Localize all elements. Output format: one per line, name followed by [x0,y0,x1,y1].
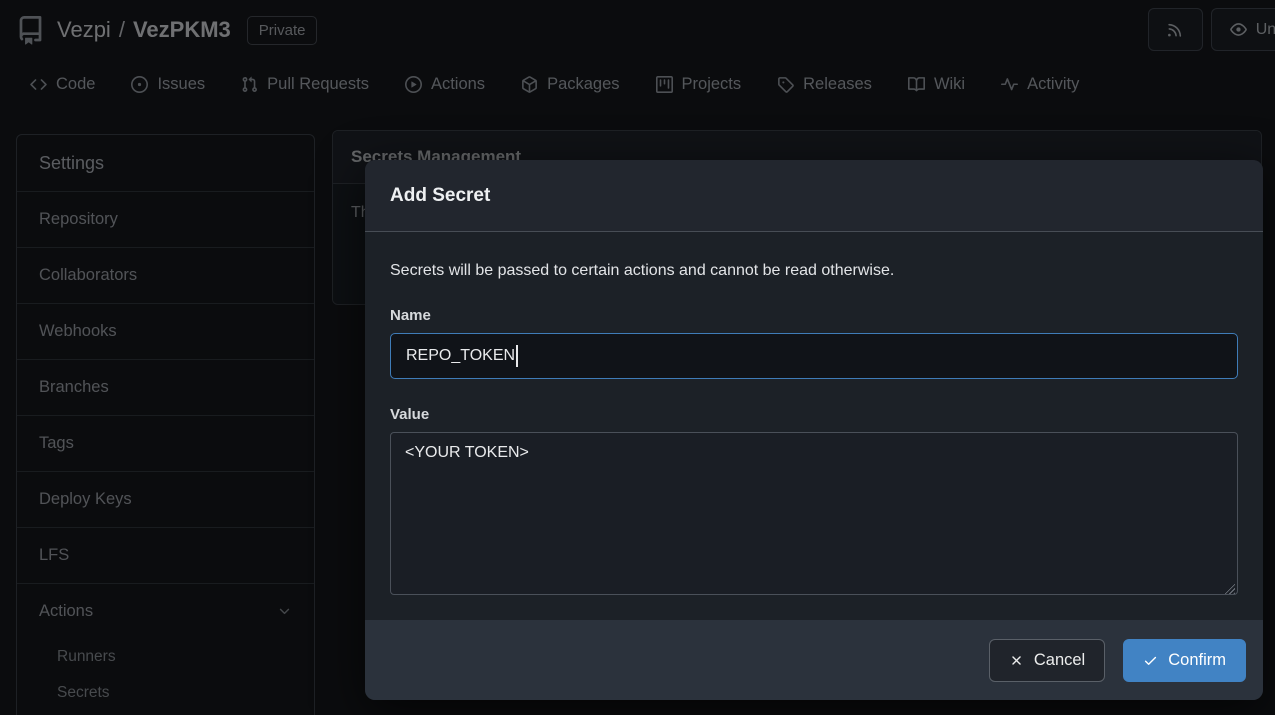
confirm-button-label: Confirm [1168,651,1226,670]
confirm-button[interactable]: Confirm [1123,639,1246,682]
modal-description: Secrets will be passed to certain action… [390,262,1238,280]
name-field-label: Name [390,307,1238,324]
add-secret-modal: Add Secret Secrets will be passed to cer… [365,160,1263,700]
text-caret [516,345,518,367]
cancel-button-label: Cancel [1034,651,1085,670]
secret-value-textarea[interactable]: <YOUR TOKEN> [390,432,1238,595]
modal-body: Secrets will be passed to certain action… [365,232,1263,620]
x-icon [1009,653,1024,668]
secret-name-input-value: REPO_TOKEN [406,347,515,365]
secret-value-wrap: <YOUR TOKEN> [390,432,1238,600]
check-icon [1143,653,1158,668]
modal-footer: Cancel Confirm [365,620,1263,700]
secret-name-input[interactable]: REPO_TOKEN [390,333,1238,379]
modal-title: Add Secret [365,160,1263,232]
value-field-label: Value [390,406,1238,423]
cancel-button[interactable]: Cancel [989,639,1105,682]
